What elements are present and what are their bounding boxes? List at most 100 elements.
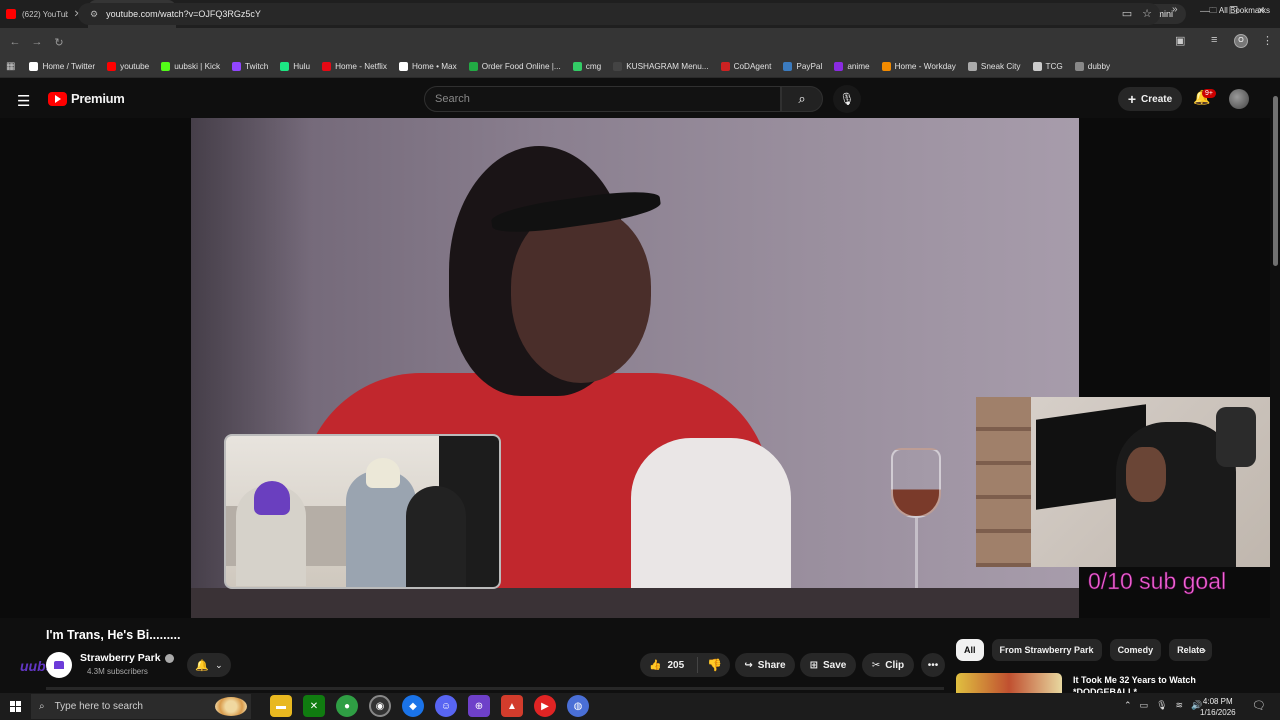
bookmark-item[interactable]: Home • Max — [393, 62, 463, 71]
video-table — [191, 588, 1079, 618]
wifi-icon[interactable]: ≋ — [1176, 700, 1184, 711]
browser-tab[interactable]: (622) YouTube✕ — [0, 0, 88, 28]
search-button[interactable]: ⌕ — [781, 86, 823, 112]
bookmark-item[interactable]: PayPal — [777, 62, 828, 71]
all-bookmarks-button[interactable]: 🗀 All Bookmarks — [1209, 5, 1270, 19]
xbox-icon[interactable]: ✕ — [303, 695, 325, 717]
bookmark-favicon-icon — [967, 62, 977, 71]
tab-title: (622) YouTube — [22, 9, 68, 19]
address-bar[interactable]: ⚙ youtube.com/watch?v=OJFQ3RGz5cY ▭ ☆ — [78, 3, 1160, 25]
bookmark-item[interactable]: youtube — [101, 62, 155, 71]
bookmark-item[interactable]: Twitch — [226, 62, 274, 71]
bookmark-item[interactable]: KUSHAGRAM Menu... — [607, 62, 714, 71]
bookmark-favicon-icon — [613, 62, 623, 71]
taskbar-clock[interactable]: 4:08 PM 1/16/2026 — [1200, 696, 1236, 718]
search-input[interactable]: Search — [424, 86, 781, 112]
system-tray: ⌃ ▭ 🎙 ≋ 🔊 — [1124, 700, 1202, 711]
bookmark-label: Home • Max — [411, 62, 457, 71]
chevron-right-icon[interactable]: › — [1202, 643, 1206, 657]
extensions-icon[interactable]: ▣ — [1175, 34, 1185, 47]
profile-avatar[interactable]: O — [1234, 34, 1248, 48]
subscriber-count: 4.3M subscribers — [87, 667, 148, 676]
share-label: Share — [757, 659, 786, 671]
bookmark-item[interactable]: Order Food Online |... — [463, 62, 567, 71]
reading-list-icon[interactable]: ≡ — [1211, 34, 1217, 46]
bookmark-item[interactable]: Hulu — [274, 62, 316, 71]
browser-app-icon[interactable]: ◆ — [402, 695, 424, 717]
discord-icon[interactable]: ☺ — [435, 695, 457, 717]
bookmark-item[interactable]: Home - Netflix — [316, 62, 393, 71]
notification-badge: 9+ — [1202, 89, 1216, 98]
bookmark-item[interactable]: Home - Workday — [876, 62, 962, 71]
media-player-icon[interactable]: ▶ — [534, 695, 556, 717]
save-button[interactable]: ⊞ Save — [800, 653, 856, 677]
bookmark-star-icon[interactable]: ☆ — [1142, 7, 1152, 20]
chrome-icon[interactable]: ● — [336, 695, 358, 717]
hamburger-menu-icon[interactable]: ☰ — [17, 92, 30, 110]
cast-icon[interactable]: ▭ — [1122, 7, 1132, 20]
mic-tray-icon[interactable]: 🎙 — [1156, 700, 1167, 711]
bookmark-label: Twitch — [245, 62, 269, 71]
clock-date: 1/16/2026 — [1200, 708, 1236, 717]
microphone-icon: 🎙 — [839, 92, 855, 106]
bookmark-item[interactable]: Sneak City — [962, 62, 1027, 71]
channel-avatar[interactable] — [46, 652, 72, 678]
voice-search-button[interactable]: 🎙 — [833, 85, 861, 113]
youtube-header: ☰ Premium Search ⌕ 🎙 + Create 🔔 9+ — [0, 80, 1280, 118]
search-icon: ⌕ — [798, 91, 806, 106]
bookmark-favicon-icon — [1074, 62, 1084, 71]
filter-chip[interactable]: From Strawberry Park — [991, 639, 1102, 661]
apps-grid-icon[interactable]: ▦ — [6, 61, 15, 72]
subscription-bell-button[interactable]: 🔔 ⌄ — [187, 653, 231, 677]
reload-icon[interactable]: ↻ — [48, 36, 70, 49]
taskbar-search-input[interactable]: ⌕ Type here to search — [31, 694, 251, 719]
channel-name[interactable]: Strawberry Park — [80, 652, 174, 664]
address-row: ← → ↻ — [0, 28, 1280, 56]
scrollbar-thumb[interactable] — [1273, 96, 1278, 266]
filter-chip[interactable]: Comedy — [1109, 639, 1162, 661]
network-icon[interactable]: ▭ — [1140, 700, 1149, 711]
windows-start-icon[interactable] — [10, 701, 21, 712]
notification-center-icon[interactable]: 🗨 — [1252, 699, 1266, 712]
bookmark-item[interactable]: cmg — [567, 62, 607, 71]
bookmark-item[interactable]: dubby — [1069, 62, 1116, 71]
file-explorer-icon[interactable]: ▬ — [270, 695, 292, 717]
game-controller-icon[interactable]: ⊕ — [468, 695, 490, 717]
page-scrollbar[interactable] — [1270, 80, 1280, 690]
video-title: I'm Trans, He's Bi......... — [46, 628, 181, 642]
bookmark-label: Home - Workday — [894, 62, 956, 71]
bookmark-label: Order Food Online |... — [481, 62, 561, 71]
clip-button[interactable]: ✂ Clip — [862, 653, 914, 677]
menu-kebab-icon[interactable]: ⋮ — [1262, 34, 1273, 47]
site-info-icon[interactable]: ⚙ — [90, 9, 98, 20]
bookmark-item[interactable]: CoDAgent — [715, 62, 778, 71]
dislike-button[interactable]: 👎 — [698, 658, 722, 672]
obs-icon[interactable]: ◉ — [369, 695, 391, 717]
bookmark-label: uubski | Kick — [174, 62, 221, 71]
like-button[interactable]: 👍 205 — [640, 657, 698, 673]
bookmark-item[interactable]: Home / Twitter — [23, 62, 101, 71]
app-blue-icon[interactable]: ◍ — [567, 695, 589, 717]
bookmark-label: PayPal — [796, 62, 823, 71]
bookmarks-bar: ▦ Home / Twitter youtube uubski | Kick Twit… — [0, 56, 1280, 78]
bookmark-item[interactable]: uubski | Kick — [155, 62, 226, 71]
tray-chevron-icon[interactable]: ⌃ — [1124, 700, 1132, 711]
create-button[interactable]: + Create — [1118, 87, 1182, 111]
bookmark-item[interactable]: TCG — [1027, 62, 1069, 71]
share-button[interactable]: ↪ Share — [735, 653, 795, 677]
bookmark-label: Sneak City — [980, 62, 1021, 71]
user-avatar[interactable] — [1229, 89, 1249, 109]
recommended-video-title[interactable]: It Took Me 32 Years to Watch *DODGEBALL* — [1073, 674, 1213, 693]
plus-icon: + — [1127, 91, 1137, 107]
bookmark-item[interactable]: anime — [828, 62, 875, 71]
filter-chip[interactable]: All — [956, 639, 984, 661]
youtube-logo[interactable]: Premium — [48, 91, 125, 106]
more-actions-button[interactable]: ••• — [921, 653, 945, 677]
forward-icon[interactable]: → — [26, 36, 48, 48]
back-icon[interactable]: ← — [4, 36, 26, 48]
recommended-video-thumbnail[interactable] — [956, 673, 1062, 693]
app-red-icon[interactable]: ▲ — [501, 695, 523, 717]
bookmarks-overflow-icon[interactable]: » — [1172, 4, 1178, 15]
wine-glass — [891, 448, 951, 598]
thumbs-down-icon: 👎 — [707, 658, 722, 672]
